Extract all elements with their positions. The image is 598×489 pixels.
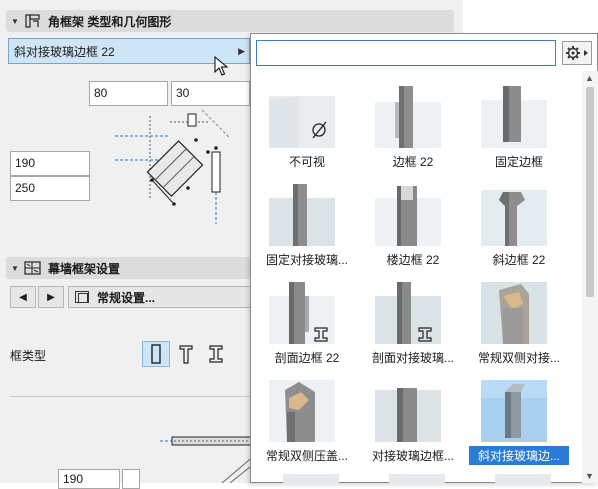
tile-label: 常规双侧对接... [477,351,560,365]
rectangular-frame-icon [151,344,161,364]
settings-button[interactable] [562,41,592,65]
tile-label: 剖面对接玻璃... [371,351,454,365]
standard-settings-label: 常规设置... [97,290,156,305]
gear-icon [566,46,588,60]
frame-type-tile[interactable]: 边框 22 [363,86,463,178]
tile-label: 固定边框 [494,155,543,169]
miter-butt-thumbnail [481,380,547,442]
t-frame-icon [179,345,193,364]
i-frame-icon [209,345,223,363]
profile-butt-thumbnail [375,282,441,344]
frame-type-tile[interactable]: 楼边框 22 [363,184,463,276]
section-title: 角框架 类型和几何图形 [48,14,172,29]
slanted-frame-thumbnail [481,190,547,246]
frame-offset-input[interactable]: 30 [171,81,250,106]
bottom-aux-input[interactable] [122,469,140,489]
section-title: 幕墙框架设置 [48,261,121,276]
selected-type-label: 斜对接玻璃边框 22 [14,44,115,59]
tile-label: 边框 22 [392,155,434,169]
tile-label: 对接玻璃边框... [371,449,454,463]
frame-type-tile[interactable]: 剖面边框 22 [257,282,357,374]
tile-label: 固定对接玻璃... [265,253,348,267]
corner-frame-icon [25,14,40,28]
chevron-right-icon: ▶ [238,46,245,56]
frame-width-input[interactable]: 80 [89,81,168,106]
scroll-thumb[interactable] [586,87,594,297]
bottom-value-input[interactable]: 190 [58,469,120,489]
settings-dialog-icon [75,291,89,303]
rectangular-frame-button[interactable] [142,341,170,367]
frame-22-thumbnail [375,86,441,148]
i-frame-button[interactable] [202,341,230,367]
curtain-wall-icon [24,261,41,275]
mouse-cursor-icon [214,56,229,76]
collapse-triangle-icon[interactable]: ▼ [6,17,24,26]
frame-type-tile[interactable]: 对接玻璃边框... [363,380,463,472]
scroll-up-icon[interactable]: ▲ [585,73,594,83]
channel-frame-thumbnail [375,186,441,246]
butt-glazing-thumbnail [269,184,335,246]
frame-depth-input[interactable]: 190 [10,151,90,176]
invisible-frame-thumbnail [269,96,335,148]
frame-type-tile[interactable]: 不可视 [257,86,357,178]
arrow-right-icon: ▶ [47,291,55,303]
tile-label: 常规双侧压盖... [265,449,348,463]
frame-type-tile[interactable]: 固定边框 [469,86,569,178]
double-butt-thumbnail [481,282,547,344]
frame-geometry-diagram [115,109,231,224]
collapse-triangle-icon[interactable]: ▼ [6,264,24,273]
frame-preview-diagram [160,436,255,483]
tile-label: 楼边框 22 [386,253,440,267]
frame-type-tile[interactable]: 斜边框 22 [469,184,569,276]
arrow-left-icon: ◀ [19,291,27,303]
tile-label: 剖面边框 22 [274,351,340,365]
tile-label: 斜边框 22 [492,253,546,267]
tile-label: 斜对接玻璃边... [469,446,569,465]
butt-glazing-frame-thumbnail [375,388,441,442]
tile-label: 不可视 [288,155,325,169]
scroll-down-icon[interactable]: ▼ [585,471,594,481]
previous-button[interactable]: ◀ [10,286,36,308]
section-header-frame-type[interactable]: ▼ 角框架 类型和几何图形 [6,10,454,32]
frame-type-tile[interactable]: 固定对接玻璃... [257,184,357,276]
frame-type-tile-selected[interactable]: 斜对接玻璃边... [469,380,569,472]
divider [10,396,252,397]
fixed-frame-thumbnail [481,86,547,148]
frame-type-tile[interactable]: 常规双侧对接... [469,282,569,374]
frame-depth2-input[interactable]: 250 [10,176,90,201]
standard-settings-button[interactable]: 常规设置... [68,286,252,308]
frame-type-label: 框类型 [10,349,47,363]
pressure-cap-thumbnail [269,380,335,442]
frame-type-tile[interactable]: 常规双侧压盖... [257,380,357,472]
frame-type-picker: 不可视 边框 22 固定边框 固定对接玻璃... 楼边框 22 斜边框 22 剖… [250,33,598,484]
search-input[interactable] [256,40,556,66]
profile-frame-thumbnail [269,282,335,344]
frame-type-tile[interactable]: 剖面对接玻璃... [363,282,463,374]
next-button[interactable]: ▶ [38,286,64,308]
t-frame-button[interactable] [172,341,200,367]
picker-scrollbar[interactable]: ▲ ▼ [582,71,598,483]
